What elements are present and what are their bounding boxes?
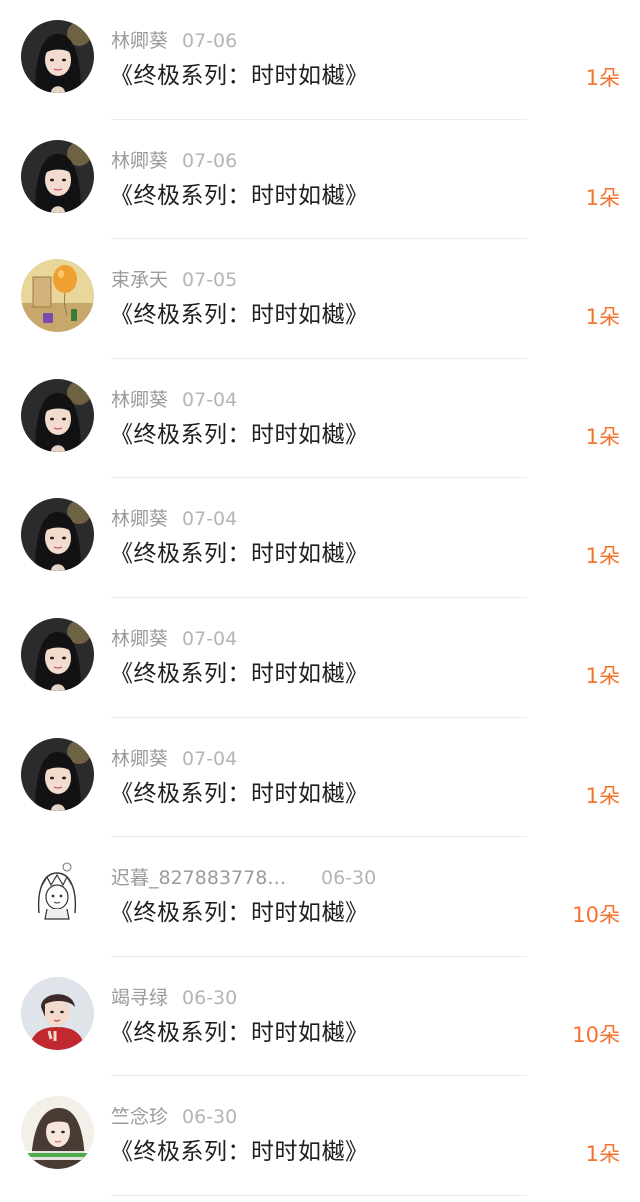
balloon-room-avatar-icon bbox=[21, 259, 94, 333]
book-title[interactable]: 《终极系列：时时如樾》 bbox=[110, 657, 369, 691]
list-item[interactable]: 林卿葵 07-04 《终极系列：时时如樾》 1朵 bbox=[0, 718, 640, 838]
record-meta: 竺念珍 06-30 bbox=[111, 1103, 237, 1131]
record-date: 06-30 bbox=[321, 867, 377, 890]
record-date: 07-04 bbox=[182, 627, 238, 650]
record-meta: 林卿葵 07-06 bbox=[111, 27, 237, 55]
record-meta: 迟暮_827883778… 06-30 bbox=[111, 864, 376, 892]
record-date: 07-04 bbox=[182, 747, 238, 770]
flower-count: 1朵 bbox=[585, 305, 620, 330]
flower-count: 10朵 bbox=[572, 1022, 620, 1047]
avatar[interactable] bbox=[21, 139, 94, 213]
boy-red-avatar-icon bbox=[21, 976, 94, 1050]
girl-dark-avatar-icon bbox=[21, 20, 94, 93]
user-name[interactable]: 林卿葵 bbox=[111, 147, 168, 175]
flower-count: 1朵 bbox=[585, 185, 620, 210]
user-name[interactable]: 竺念珍 bbox=[111, 1103, 168, 1131]
girl-dark-avatar-icon bbox=[21, 617, 94, 691]
user-name[interactable]: 林卿葵 bbox=[111, 625, 168, 653]
record-meta: 林卿葵 07-04 bbox=[111, 386, 237, 414]
book-title[interactable]: 《终极系列：时时如樾》 bbox=[110, 896, 369, 930]
book-title[interactable]: 《终极系列：时时如樾》 bbox=[110, 298, 369, 332]
flower-count: 1朵 bbox=[585, 663, 620, 688]
avatar[interactable] bbox=[21, 617, 94, 691]
record-date: 06-30 bbox=[182, 986, 238, 1009]
book-title[interactable]: 《终极系列：时时如樾》 bbox=[110, 777, 369, 811]
record-meta: 林卿葵 07-04 bbox=[111, 745, 237, 773]
book-title[interactable]: 《终极系列：时时如樾》 bbox=[110, 59, 369, 93]
list-item[interactable]: 竭寻绿 06-30 《终极系列：时时如樾》 10朵 bbox=[0, 957, 640, 1077]
avatar[interactable] bbox=[21, 498, 94, 572]
record-meta: 竭寻绿 06-30 bbox=[111, 984, 237, 1012]
record-meta: 束承天 07-05 bbox=[111, 266, 237, 294]
list-item[interactable]: 束承天 07-05 《终极系列：时时如樾》 1朵 bbox=[0, 239, 640, 359]
record-meta: 林卿葵 07-04 bbox=[111, 625, 237, 653]
list-item[interactable]: 林卿葵 07-06 《终极系列：时时如樾》 1朵 bbox=[0, 120, 640, 240]
book-title[interactable]: 《终极系列：时时如樾》 bbox=[110, 537, 369, 571]
list-item[interactable]: 迟暮_827883778… 06-30 《终极系列：时时如樾》 10朵 bbox=[0, 837, 640, 957]
record-date: 07-04 bbox=[182, 508, 238, 531]
avatar[interactable] bbox=[21, 976, 94, 1050]
girl-light-avatar-icon bbox=[21, 1096, 94, 1170]
avatar[interactable] bbox=[21, 857, 94, 931]
list-item[interactable]: 林卿葵 07-04 《终极系列：时时如樾》 1朵 bbox=[0, 478, 640, 598]
flower-count: 1朵 bbox=[585, 424, 620, 449]
book-title[interactable]: 《终极系列：时时如樾》 bbox=[110, 1135, 369, 1169]
user-name[interactable]: 迟暮_827883778… bbox=[111, 864, 307, 892]
book-title[interactable]: 《终极系列：时时如樾》 bbox=[110, 1016, 369, 1050]
user-name[interactable]: 林卿葵 bbox=[111, 745, 168, 773]
list-item[interactable]: 林卿葵 07-06 《终极系列：时时如樾》 1朵 bbox=[0, 0, 640, 120]
book-title[interactable]: 《终极系列：时时如樾》 bbox=[110, 179, 369, 213]
girl-dark-avatar-icon bbox=[21, 139, 94, 213]
record-date: 07-05 bbox=[182, 269, 238, 292]
girl-dark-avatar-icon bbox=[21, 498, 94, 572]
list-item[interactable]: 竺念珍 06-30 《终极系列：时时如樾》 1朵 bbox=[0, 1076, 640, 1196]
record-meta: 林卿葵 07-04 bbox=[111, 505, 237, 533]
gift-record-list: 林卿葵 07-06 《终极系列：时时如樾》 1朵 林卿葵 07-06 《终极系列：时… bbox=[0, 0, 640, 1202]
avatar[interactable] bbox=[21, 378, 94, 452]
girl-dark-avatar-icon bbox=[21, 737, 94, 811]
user-name[interactable]: 竭寻绿 bbox=[111, 984, 168, 1012]
user-name[interactable]: 林卿葵 bbox=[111, 27, 168, 55]
avatar[interactable] bbox=[21, 1096, 94, 1170]
list-item[interactable]: 林卿葵 07-04 《终极系列：时时如樾》 1朵 bbox=[0, 598, 640, 718]
flower-count: 1朵 bbox=[585, 544, 620, 569]
avatar[interactable] bbox=[21, 737, 94, 811]
girl-dark-avatar-icon bbox=[21, 378, 94, 452]
record-date: 07-06 bbox=[182, 30, 238, 52]
record-date: 07-06 bbox=[182, 149, 238, 172]
list-item[interactable]: 林卿葵 07-04 《终极系列：时时如樾》 1朵 bbox=[0, 359, 640, 479]
book-title[interactable]: 《终极系列：时时如樾》 bbox=[110, 418, 369, 452]
avatar[interactable] bbox=[21, 259, 94, 333]
user-name[interactable]: 林卿葵 bbox=[111, 386, 168, 414]
record-date: 07-04 bbox=[182, 388, 238, 411]
flower-count: 1朵 bbox=[585, 66, 620, 90]
flower-count: 1朵 bbox=[585, 783, 620, 808]
user-name[interactable]: 束承天 bbox=[111, 266, 168, 294]
user-name[interactable]: 林卿葵 bbox=[111, 505, 168, 533]
flower-count: 10朵 bbox=[572, 903, 620, 928]
record-meta: 林卿葵 07-06 bbox=[111, 147, 237, 175]
record-date: 06-30 bbox=[182, 1106, 238, 1129]
sketch-girl-avatar-icon bbox=[21, 857, 94, 931]
divider bbox=[111, 1194, 527, 1196]
avatar[interactable] bbox=[21, 20, 94, 93]
flower-count: 1朵 bbox=[585, 1142, 620, 1167]
